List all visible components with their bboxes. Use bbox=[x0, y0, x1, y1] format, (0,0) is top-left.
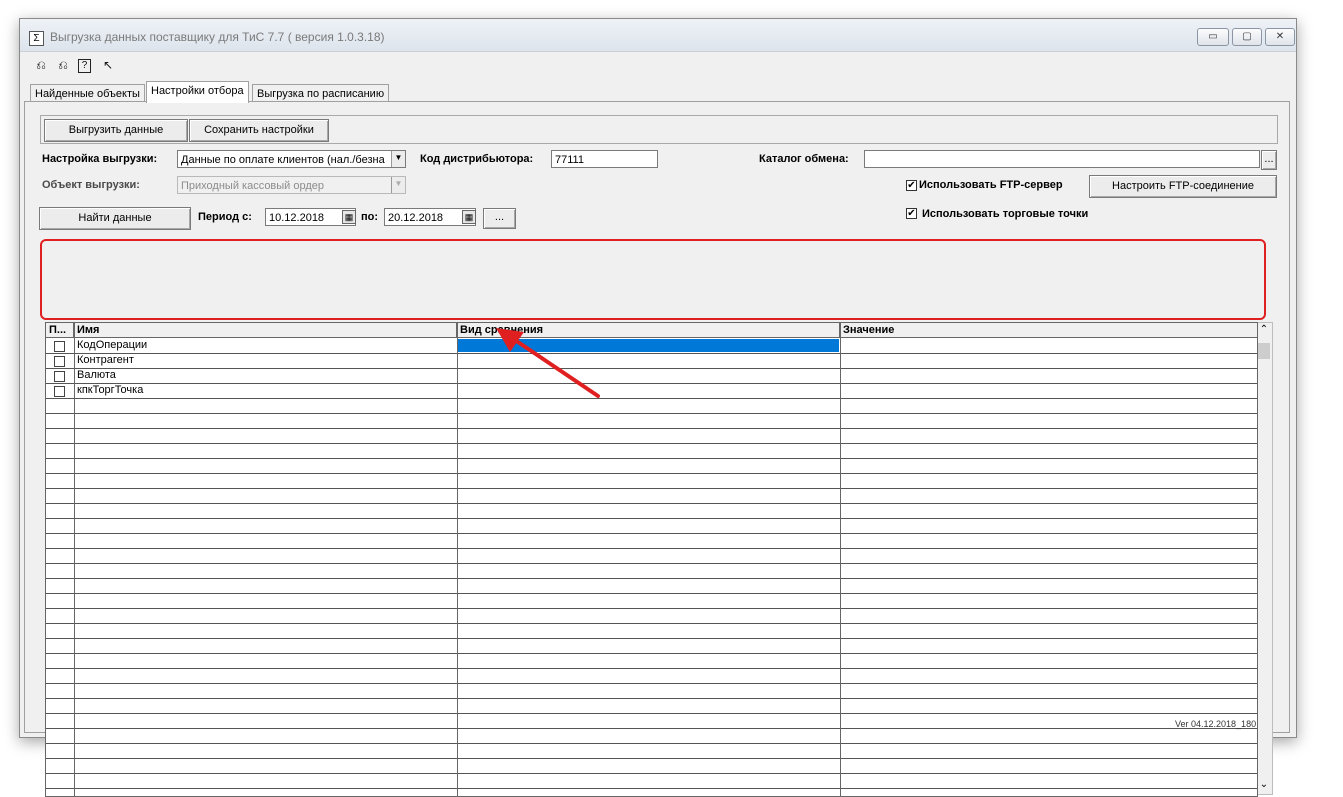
row-name-cell: Контрагент bbox=[77, 354, 134, 366]
ftp-setup-button[interactable]: Настроить FTP-соединение bbox=[1089, 175, 1277, 198]
grid-row-line bbox=[46, 743, 1257, 744]
table-row[interactable]: Контрагент bbox=[46, 353, 1257, 368]
tab-filter-settings[interactable]: Настройки отбора bbox=[146, 81, 249, 103]
title-bar[interactable]: Σ Выгрузка данных поставщику для ТиС 7.7… bbox=[20, 19, 1296, 52]
grid-row-line bbox=[46, 638, 1257, 639]
grid-scrollbar[interactable]: ⌃ ⌄ bbox=[1256, 322, 1273, 795]
grid-row-line bbox=[46, 533, 1257, 534]
row-checkbox[interactable] bbox=[54, 386, 65, 397]
annotation-arrow-shaft bbox=[510, 336, 600, 398]
grid-row-line bbox=[46, 713, 1257, 714]
column-header-value[interactable]: Значение bbox=[840, 323, 1257, 337]
grid-row-line bbox=[46, 623, 1257, 624]
load-icon[interactable]: ⎌ bbox=[55, 57, 71, 73]
period-from-value: 10.12.2018 bbox=[269, 212, 325, 224]
minimize-button[interactable]: ▭ bbox=[1197, 28, 1229, 46]
period-to-label: по: bbox=[361, 211, 379, 223]
grid-row-line bbox=[46, 488, 1257, 489]
row-name-cell: Валюта bbox=[77, 369, 116, 381]
filter-settings-panel: Выгрузить данные Сохранить настройки Нас… bbox=[24, 101, 1290, 797]
table-row[interactable]: кпкТоргТочка bbox=[46, 383, 1257, 398]
window-title: Выгрузка данных поставщику для ТиС 7.7 (… bbox=[50, 30, 385, 44]
row-checkbox[interactable] bbox=[54, 341, 65, 352]
filter-grid[interactable]: П... Имя Вид сравнения Значение КодОпера… bbox=[45, 322, 1258, 797]
grid-row-line bbox=[46, 428, 1257, 429]
grid-row-line bbox=[46, 698, 1257, 699]
scroll-up-icon[interactable]: ⌃ bbox=[1256, 323, 1272, 337]
export-object-value: Приходный кассовый ордер bbox=[181, 180, 325, 192]
column-header-use[interactable]: П... bbox=[46, 323, 74, 337]
grid-row-line bbox=[46, 728, 1257, 729]
grid-row-line bbox=[46, 503, 1257, 504]
close-button[interactable]: ✕ bbox=[1265, 28, 1295, 46]
table-row[interactable]: Валюта bbox=[46, 368, 1257, 383]
export-setting-label: Настройка выгрузки: bbox=[42, 153, 158, 165]
period-to-value: 20.12.2018 bbox=[388, 212, 444, 224]
use-ftp-label: Использовать FTP-сервер bbox=[919, 179, 1063, 191]
scroll-down-icon[interactable]: ⌄ bbox=[1256, 778, 1272, 792]
export-data-button[interactable]: Выгрузить данные bbox=[44, 119, 188, 142]
grid-row-line bbox=[46, 548, 1257, 549]
unload-icon[interactable]: ⎌ bbox=[33, 57, 49, 73]
grid-row-line bbox=[46, 473, 1257, 474]
save-settings-button[interactable]: Сохранить настройки bbox=[189, 119, 329, 142]
version-label: Ver 04.12.2018_180 bbox=[1175, 719, 1257, 729]
grid-row-line bbox=[46, 563, 1257, 564]
row-checkbox[interactable] bbox=[54, 371, 65, 382]
annotation-arrow-head bbox=[496, 328, 524, 352]
export-setting-value: Данные по оплате клиентов (нал./безна bbox=[181, 154, 385, 166]
use-outlets-label: Использовать торговые точки bbox=[922, 208, 1089, 220]
pointer-help-icon[interactable]: ↖ bbox=[100, 57, 116, 73]
annotation-arrow bbox=[496, 328, 600, 398]
grid-row-line bbox=[46, 758, 1257, 759]
grid-row-line bbox=[46, 578, 1257, 579]
chevron-down-icon: ▼ bbox=[391, 177, 405, 193]
column-header-name[interactable]: Имя bbox=[74, 323, 457, 337]
calendar-icon[interactable]: ▦ bbox=[462, 210, 476, 224]
catalog-label: Каталог обмена: bbox=[759, 153, 849, 165]
period-ellipsis-button[interactable]: ... bbox=[483, 208, 516, 229]
catalog-input[interactable] bbox=[864, 150, 1260, 168]
catalog-browse-button[interactable]: ... bbox=[1261, 150, 1277, 170]
use-outlets-checkbox[interactable]: ✔ bbox=[906, 208, 917, 219]
app-sigma-icon: Σ bbox=[29, 31, 44, 46]
grid-row-line bbox=[46, 443, 1257, 444]
grid-row-line bbox=[46, 788, 1257, 789]
distributor-code-label: Код дистрибьютора: bbox=[420, 153, 534, 165]
help-icon[interactable]: ? bbox=[78, 59, 91, 73]
grid-row-line bbox=[46, 683, 1257, 684]
grid-row-line bbox=[46, 773, 1257, 774]
export-object-label: Объект выгрузки: bbox=[42, 179, 140, 191]
find-data-button[interactable]: Найти данные bbox=[39, 207, 191, 230]
calendar-icon[interactable]: ▦ bbox=[342, 210, 356, 224]
grid-row-line bbox=[46, 518, 1257, 519]
row-checkbox[interactable] bbox=[54, 356, 65, 367]
app-window: Σ Выгрузка данных поставщику для ТиС 7.7… bbox=[19, 18, 1297, 797]
use-ftp-checkbox[interactable]: ✔ bbox=[906, 180, 917, 191]
grid-header: П... Имя Вид сравнения Значение bbox=[46, 323, 1257, 338]
grid-row-line bbox=[46, 653, 1257, 654]
grid-row-line bbox=[46, 398, 1257, 399]
export-setting-select[interactable]: Данные по оплате клиентов (нал./безна ▼ bbox=[177, 150, 406, 168]
row-name-cell: кпкТоргТочка bbox=[77, 384, 144, 396]
distributor-code-input[interactable]: 77111 bbox=[551, 150, 658, 168]
grid-row-line bbox=[46, 593, 1257, 594]
grid-row-line bbox=[46, 413, 1257, 414]
export-object-select: Приходный кассовый ордер ▼ bbox=[177, 176, 406, 194]
grid-row-line bbox=[46, 608, 1257, 609]
period-from-label: Период с: bbox=[198, 211, 252, 223]
maximize-button[interactable]: ▢ bbox=[1232, 28, 1262, 46]
grid-row-line bbox=[46, 458, 1257, 459]
row-name-cell: КодОперации bbox=[77, 339, 148, 351]
table-row[interactable]: КодОперации bbox=[46, 338, 1257, 353]
scroll-thumb[interactable] bbox=[1258, 343, 1270, 359]
grid-row-line bbox=[46, 668, 1257, 669]
chevron-down-icon[interactable]: ▼ bbox=[391, 151, 405, 167]
